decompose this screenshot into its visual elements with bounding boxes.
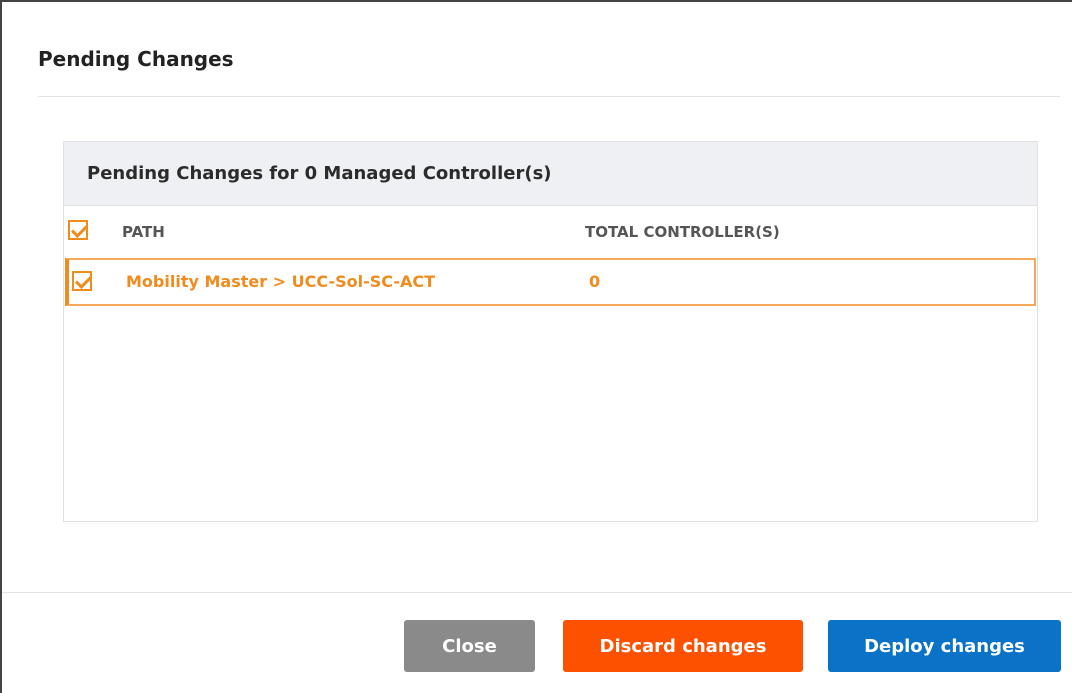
footer-divider	[2, 592, 1072, 593]
row-path: Mobility Master > UCC-Sol-SC-ACT	[126, 272, 436, 291]
row-total-controllers: 0	[589, 272, 601, 291]
dialog-title: Pending Changes	[38, 47, 234, 71]
pending-changes-dialog: Pending Changes Pending Changes for 0 Ma…	[0, 0, 1072, 693]
deploy-changes-button[interactable]: Deploy changes	[828, 620, 1061, 672]
column-header-total-controllers[interactable]: TOTAL CONTROLLER(S)	[585, 223, 780, 241]
table-header: PATH TOTAL CONTROLLER(S)	[64, 206, 1037, 258]
row-checkbox[interactable]	[72, 271, 92, 291]
table-row[interactable]: Mobility Master > UCC-Sol-SC-ACT 0	[65, 258, 1036, 306]
title-divider	[38, 96, 1060, 97]
panel-header: Pending Changes for 0 Managed Controller…	[64, 142, 1037, 206]
close-button[interactable]: Close	[404, 620, 535, 672]
pending-changes-panel: Pending Changes for 0 Managed Controller…	[63, 141, 1038, 522]
discard-changes-button[interactable]: Discard changes	[563, 620, 803, 672]
select-all-checkbox[interactable]	[68, 220, 88, 240]
column-header-path[interactable]: PATH	[122, 223, 165, 241]
